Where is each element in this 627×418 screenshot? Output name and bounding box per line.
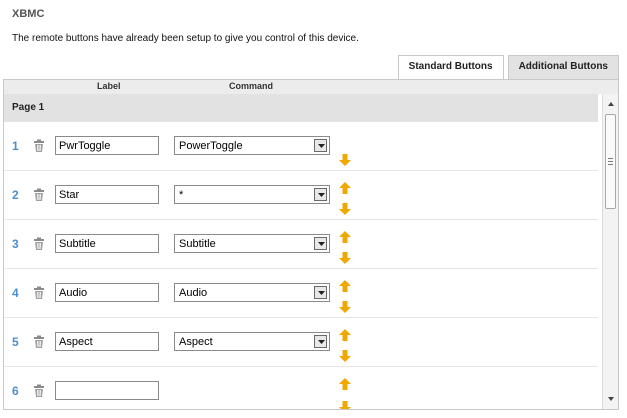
button-row-2: 2 * — [4, 171, 598, 220]
row-number: 6 — [12, 384, 19, 398]
trash-icon[interactable] — [32, 237, 46, 251]
tab-additional-buttons[interactable]: Additional Buttons — [507, 55, 619, 79]
row-number: 1 — [12, 139, 19, 153]
scroll-up-arrow-icon[interactable] — [603, 97, 618, 111]
arrow-down-icon[interactable] — [338, 400, 352, 409]
intro-text: The remote buttons have already been set… — [12, 33, 359, 44]
label-input[interactable] — [55, 381, 159, 400]
arrow-down-icon[interactable] — [338, 202, 352, 216]
command-select[interactable]: PowerToggle — [174, 136, 330, 155]
command-select[interactable]: Audio — [174, 283, 330, 302]
label-input[interactable] — [55, 332, 159, 351]
chevron-down-icon[interactable] — [314, 139, 327, 152]
button-row-1: 1 PowerToggle — [4, 122, 598, 171]
command-select-value: Audio — [179, 287, 208, 299]
arrow-up-icon[interactable] — [338, 181, 352, 195]
tab-standard-buttons[interactable]: Standard Buttons — [397, 55, 504, 79]
scroll-down-arrow-icon[interactable] — [603, 392, 618, 406]
label-input[interactable] — [55, 136, 159, 155]
row-number: 4 — [12, 286, 19, 300]
column-header: Label Command — [4, 80, 618, 94]
arrow-down-icon[interactable] — [338, 251, 352, 265]
column-command-header: Command — [229, 81, 274, 91]
button-row-4: 4 Audio — [4, 269, 598, 318]
button-list: 1 PowerToggle 2 — [4, 122, 598, 409]
arrow-up-icon[interactable] — [338, 279, 352, 293]
command-select-value: * — [179, 189, 184, 201]
arrow-down-icon[interactable] — [338, 300, 352, 314]
column-label-header: Label — [97, 81, 121, 91]
row-number: 2 — [12, 188, 19, 202]
scroll-thumb[interactable] — [605, 114, 616, 209]
page-title: Page 1 — [4, 94, 598, 122]
buttons-panel: Label Command Page 1 1 PowerToggle — [3, 79, 619, 410]
trash-icon[interactable] — [32, 384, 46, 398]
button-set-tabs: Standard Buttons Additional Buttons — [397, 55, 619, 79]
chevron-down-icon[interactable] — [314, 335, 327, 348]
chevron-down-icon[interactable] — [314, 188, 327, 201]
arrow-down-icon[interactable] — [338, 153, 352, 167]
trash-icon[interactable] — [32, 335, 46, 349]
command-select[interactable]: Subtitle — [174, 234, 330, 253]
arrow-up-icon[interactable] — [338, 230, 352, 244]
label-input[interactable] — [55, 283, 159, 302]
row-number: 5 — [12, 335, 19, 349]
label-input[interactable] — [55, 185, 159, 204]
command-select-value: Subtitle — [179, 238, 216, 250]
arrow-up-icon[interactable] — [338, 377, 352, 391]
chevron-down-icon[interactable] — [314, 286, 327, 299]
app-title: XBMC — [12, 8, 45, 20]
button-row-3: 3 Subtitle — [4, 220, 598, 269]
chevron-down-icon[interactable] — [314, 237, 327, 250]
button-row-6: 6 — [4, 367, 598, 409]
label-input[interactable] — [55, 234, 159, 253]
arrow-up-icon[interactable] — [338, 328, 352, 342]
command-select-value: PowerToggle — [179, 140, 243, 152]
row-number: 3 — [12, 237, 19, 251]
command-select[interactable]: Aspect — [174, 332, 330, 351]
arrow-down-icon[interactable] — [338, 349, 352, 363]
trash-icon[interactable] — [32, 286, 46, 300]
button-row-5: 5 Aspect — [4, 318, 598, 367]
trash-icon[interactable] — [32, 139, 46, 153]
command-select-value: Aspect — [179, 336, 213, 348]
trash-icon[interactable] — [32, 188, 46, 202]
command-select[interactable]: * — [174, 185, 330, 204]
vertical-scrollbar[interactable] — [602, 94, 618, 409]
